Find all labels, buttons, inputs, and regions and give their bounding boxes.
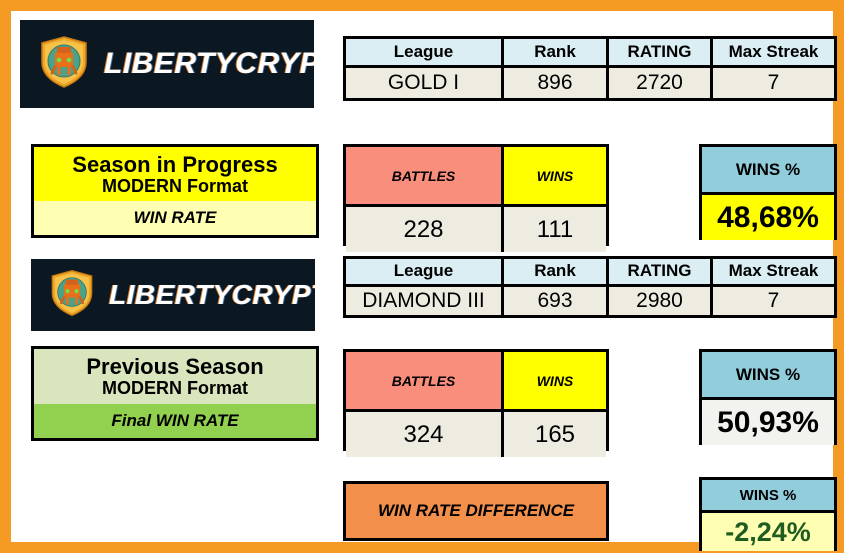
wins-label: WINS (501, 352, 606, 409)
table-row: DIAMOND III 693 2980 7 (346, 286, 834, 315)
cell-league: DIAMOND III (346, 286, 501, 315)
winpercent-header-row: WINS % (702, 352, 834, 400)
cell-max-streak: 7 (710, 68, 834, 98)
battles-data-row: 324 165 (346, 412, 606, 457)
battles-label: BATTLES (346, 352, 501, 409)
cell-rating: 2720 (606, 68, 710, 98)
winpercent-value: 48,68% (702, 195, 834, 240)
current-season-battles-box: BATTLES WINS 228 111 (343, 144, 609, 252)
report-canvas: LIBERTYCRYPTO27 League Rank RATING Max S… (11, 11, 837, 551)
column-header-league: League (346, 259, 501, 284)
battles-label: BATTLES (346, 147, 501, 204)
cell-league: GOLD I (346, 68, 501, 98)
current-season-winpercent-box: WINS % 48,68% (699, 144, 837, 240)
current-season-panel-head: Season in Progress MODERN Format (34, 147, 316, 201)
current-season-title: Season in Progress (72, 151, 278, 177)
cell-rating: 2980 (606, 286, 710, 315)
difference-data-row: -2,24% (702, 513, 834, 551)
cell-rank: 896 (501, 68, 606, 98)
column-header-rating: RATING (606, 39, 710, 65)
previous-season-panel: Previous Season MODERN Format Final WIN … (31, 346, 319, 441)
logo-text: LIBERTYCRYPTO27 (109, 279, 315, 310)
column-header-league: League (346, 39, 501, 65)
battles-header-row: BATTLES WINS (346, 352, 606, 412)
table-header-row: League Rank RATING Max Streak (346, 259, 834, 287)
win-rate-difference-box: WINS % -2,24% (699, 477, 837, 551)
shield-crest-icon (47, 268, 97, 323)
wins-value: 165 (501, 412, 606, 457)
previous-season-stats-table: League Rank RATING Max Streak DIAMOND II… (343, 256, 837, 318)
table-row: GOLD I 896 2720 7 (346, 68, 834, 98)
battles-header-row: BATTLES WINS (346, 147, 606, 207)
column-header-rank: Rank (501, 259, 606, 284)
current-season-stats-table: League Rank RATING Max Streak GOLD I 896… (343, 36, 837, 101)
previous-season-winrate-label: Final WIN RATE (34, 404, 316, 438)
column-header-rank: Rank (501, 39, 606, 65)
current-season-panel: Season in Progress MODERN Format WIN RAT… (31, 144, 319, 238)
column-header-max-streak: Max Streak (710, 39, 834, 65)
logo-banner-previous: LIBERTYCRYPTO27 (31, 259, 315, 331)
table-header-row: League Rank RATING Max Streak (346, 39, 834, 68)
previous-season-winpercent-box: WINS % 50,93% (699, 349, 837, 445)
winpercent-value: 50,93% (702, 400, 834, 445)
previous-season-format: MODERN Format (101, 378, 248, 399)
win-rate-difference-label: WIN RATE DIFFERENCE (343, 481, 609, 541)
report-card: LIBERTYCRYPTO27 League Rank RATING Max S… (0, 0, 844, 553)
winpercent-header-row: WINS % (702, 147, 834, 195)
battles-data-row: 228 111 (346, 207, 606, 252)
cell-max-streak: 7 (710, 286, 834, 315)
cell-rank: 693 (501, 286, 606, 315)
logo-text: LIBERTYCRYPTO27 (104, 47, 314, 80)
wins-label: WINS (501, 147, 606, 204)
previous-season-title: Previous Season (86, 354, 264, 379)
winpercent-data-row: 48,68% (702, 195, 834, 240)
column-header-max-streak: Max Streak (710, 259, 834, 284)
current-season-format: MODERN Format (101, 175, 248, 196)
difference-winpercent-label: WINS % (702, 480, 834, 510)
shield-crest-icon (36, 34, 92, 95)
previous-season-battles-box: BATTLES WINS 324 165 (343, 349, 609, 457)
previous-season-panel-head: Previous Season MODERN Format (34, 349, 316, 404)
current-season-winrate-label: WIN RATE (34, 201, 316, 235)
wins-value: 111 (501, 207, 606, 252)
column-header-rating: RATING (606, 259, 710, 284)
winpercent-label: WINS % (702, 147, 834, 192)
battles-value: 228 (346, 207, 501, 252)
battles-value: 324 (346, 412, 501, 457)
difference-value: -2,24% (702, 513, 834, 551)
winpercent-label: WINS % (702, 352, 834, 397)
logo-banner-current: LIBERTYCRYPTO27 (20, 20, 314, 108)
winpercent-data-row: 50,93% (702, 400, 834, 445)
difference-header-row: WINS % (702, 480, 834, 513)
